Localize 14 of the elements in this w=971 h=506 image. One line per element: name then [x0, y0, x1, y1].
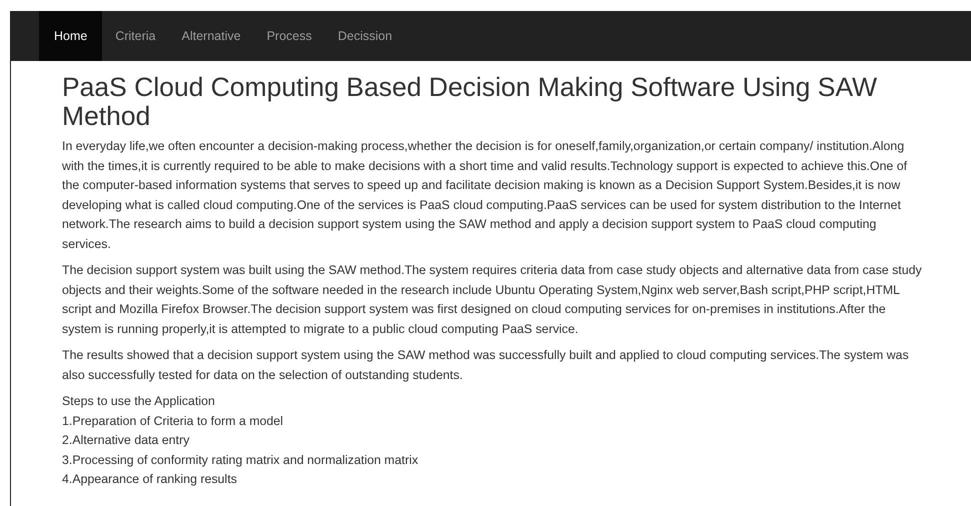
steps-heading: Steps to use the Application: [62, 393, 215, 410]
nav-link[interactable]: Process: [254, 11, 325, 61]
page-title: PaaS Cloud Computing Based Decision Making Software Using SAW Method: [62, 73, 878, 131]
nav-link[interactable]: Decission: [324, 11, 406, 61]
paragraph: In everyday life,we often encounter a decision-making process,whether the decision is for oneself,family,organization,or certain company/ institution.Along with the times,it is currently required to be able to make decisions with a short time and valid results.Technology support is expected to achieve this.One of the computer-based information systems that serves to speed up and facilitate decision making is known as a Decision Support System.Besides,it is now developing what is called cloud computing.One of the services is PaaS cloud computing.PaaS services can be used for system distribution to the Internet network.The research aims to build a decision support system using the SAW method and apply a decision support system to PaaS cloud computing services.: [62, 138, 908, 252]
step-item: 3.Processing of conformity rating matrix and normalization matrix: [62, 452, 418, 469]
step-item: 1.Preparation of Criteria to form a model: [62, 412, 284, 430]
step-item: 2.Alternative data entry: [62, 432, 190, 449]
step-item: 4.Appearance of ranking results: [62, 471, 237, 488]
nav-link[interactable]: Alternative: [168, 11, 254, 61]
paragraph: The decision support system was built using the SAW method.The system requires criteria data from case study objects and alternative data from case study objects and their weights.Some of the software needed in the research include Ubuntu Operating System,Nginx web server,Bash script,PHP script,HTML script and Mozilla Firefox Browser.The decision support system was first designed on cloud computing services for on-premises in institutions.After the system is running properly,it is attempted to migrate to a public cloud computing PaaS service.: [62, 262, 922, 338]
nav-link[interactable]: Criteria: [102, 11, 169, 61]
nav-link[interactable]: Home: [39, 11, 102, 61]
paragraph: The results showed that a decision support system using the SAW method was successfully built and applied to cloud computing services.The system was also successfully tested for data on the selection of outstanding students.: [62, 347, 910, 384]
